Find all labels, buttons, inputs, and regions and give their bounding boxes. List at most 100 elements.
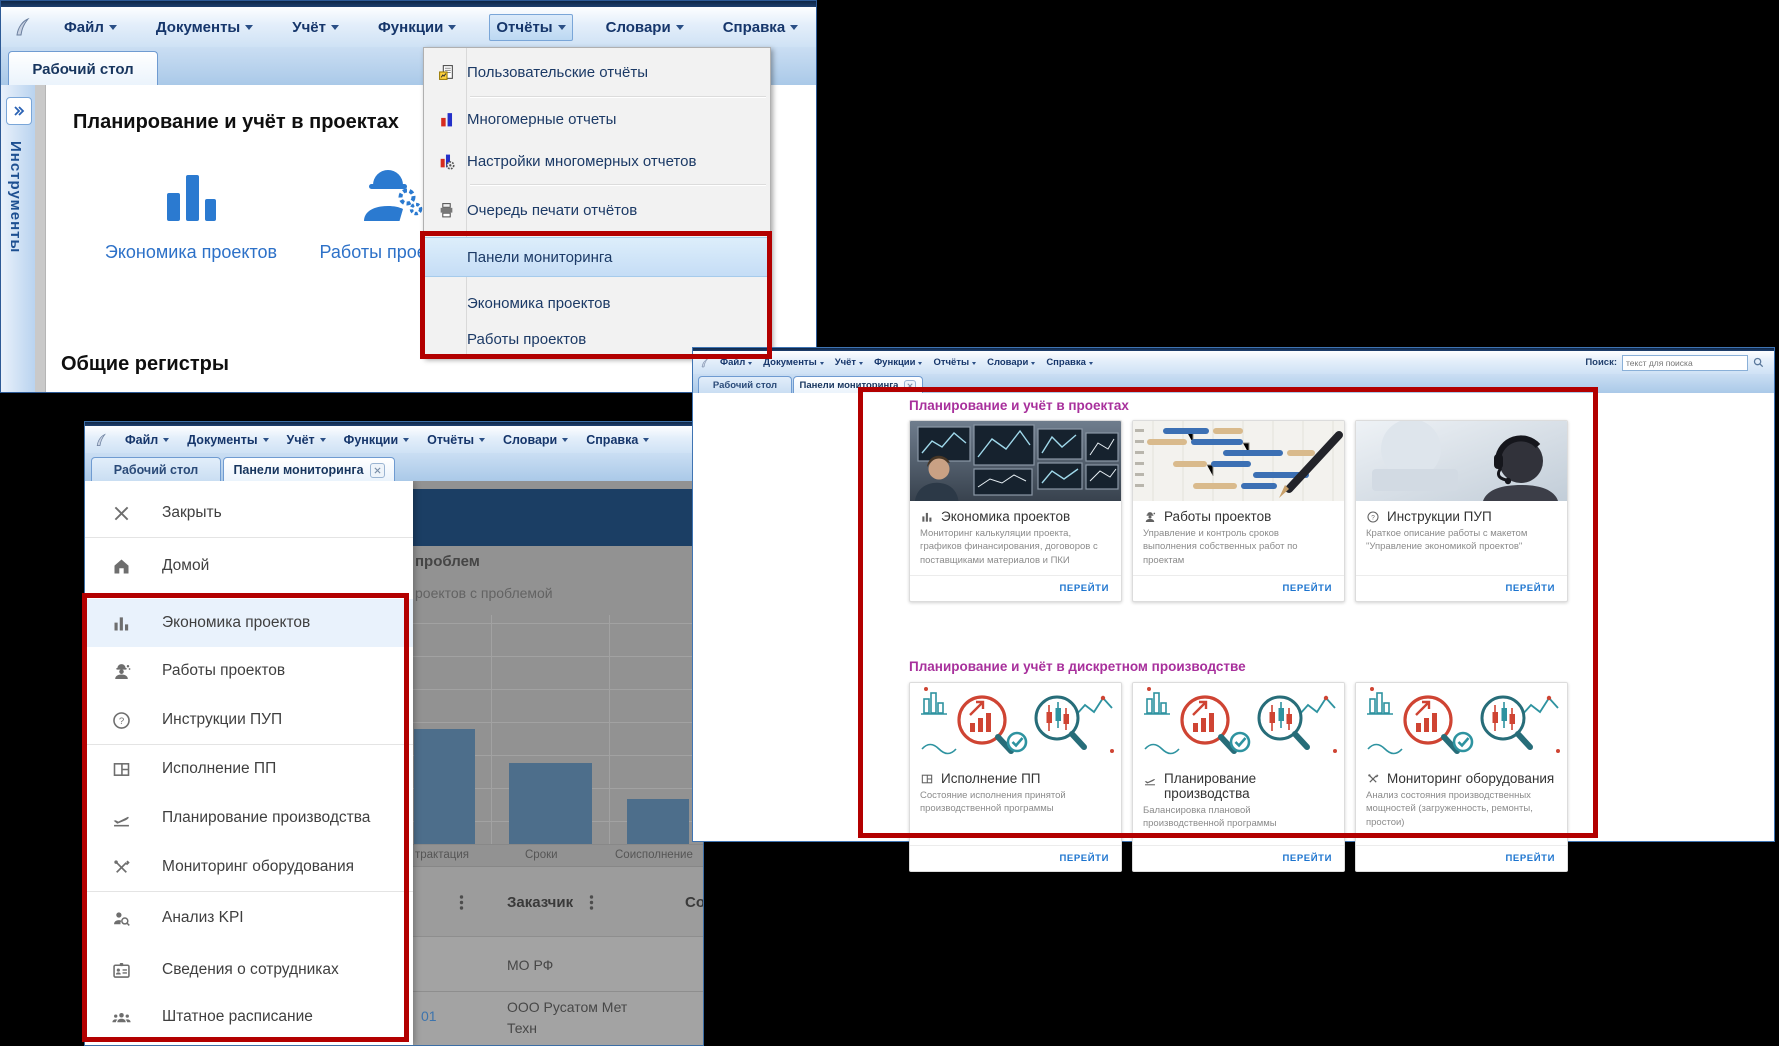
card-image-gantt	[1133, 421, 1344, 501]
menu-item-monitoring-panels[interactable]: Панели мониторинга	[425, 237, 769, 277]
registers-section-title: Общие регистры	[61, 353, 229, 376]
drawer-item-project-economy[interactable]: Экономика проектов	[85, 599, 413, 647]
card-description: Управление и контроль сроков выполнения …	[1133, 527, 1344, 567]
menu-file[interactable]: Файл	[58, 15, 123, 40]
plane-takeoff-icon	[111, 808, 132, 829]
menu-dictionaries[interactable]: Словари	[600, 15, 690, 40]
card-description: Состояние исполнения принятой производст…	[910, 789, 1121, 816]
menu-item-multidim-settings[interactable]: Настройки многомерных отчетов	[425, 140, 769, 183]
menu-accounting[interactable]: Учёт	[286, 15, 345, 40]
tools-sidebar-label: Инструменты	[7, 141, 24, 253]
go-to-link[interactable]: ПЕРЕЙТИ	[1356, 575, 1567, 601]
card-project-economy[interactable]: Экономика проектов Мониторинг калькуляци…	[909, 420, 1122, 602]
people-icon	[111, 1007, 132, 1028]
tab-desktop[interactable]: Рабочий стол	[91, 457, 221, 482]
menu-functions[interactable]: Функции	[874, 357, 922, 368]
chart-bar	[509, 763, 592, 844]
drawer-item-employee-info[interactable]: Сведения о сотрудниках	[85, 946, 413, 994]
go-to-link[interactable]: ПЕРЕЙТИ	[1133, 575, 1344, 601]
tab-close-icon[interactable]	[370, 463, 385, 478]
card-title: Мониторинг оборудования	[1356, 763, 1567, 789]
drawer-item-pp-execution[interactable]: Исполнение ПП	[85, 745, 413, 793]
desktop-tile-project-economy[interactable]: Экономика проектов	[101, 165, 281, 263]
menu-separator	[470, 96, 766, 98]
menu-help[interactable]: Справка	[717, 15, 804, 40]
tools-icon	[111, 857, 132, 878]
menu-file[interactable]: Файл	[720, 357, 752, 368]
menu-item-multidim-reports[interactable]: Многомерные отчеты	[425, 99, 769, 140]
menu-dictionaries[interactable]: Словари	[987, 357, 1035, 368]
go-to-link[interactable]: ПЕРЕЙТИ	[910, 845, 1121, 871]
menu-documents[interactable]: Документы	[150, 15, 259, 40]
drawer-item-project-works[interactable]: Работы проектов	[85, 647, 413, 695]
drawer-item-home[interactable]: Домой	[85, 542, 413, 590]
menu-help[interactable]: Справка	[586, 433, 649, 447]
card-production-planning[interactable]: Планирование производства Балансировка п…	[1132, 682, 1345, 872]
search-label: Поиск:	[1585, 357, 1617, 368]
drawer-item-staffing-table[interactable]: Штатное расписание	[85, 993, 413, 1041]
menu-separator	[470, 184, 766, 186]
section-title-projects: Планирование и учёт в проектах	[909, 398, 1129, 413]
card-title: Экономика проектов	[910, 501, 1121, 527]
go-to-link[interactable]: ПЕРЕЙТИ	[1356, 845, 1567, 871]
tab-monitoring-panels[interactable]: Панели мониторинга	[793, 376, 923, 394]
card-project-works[interactable]: Работы проектов Управление и контроль ср…	[1132, 420, 1345, 602]
menu-accounting[interactable]: Учёт	[835, 357, 863, 368]
drawer-item-kpi-analysis[interactable]: Анализ KPI	[85, 894, 413, 942]
menu-item-project-economy[interactable]: Экономика проектов	[425, 282, 769, 324]
worker-icon	[1143, 510, 1157, 524]
panel-drawer-menu: Закрыть Домой Экономика проектов Работы …	[85, 481, 413, 1045]
expand-tools-button[interactable]	[6, 97, 32, 125]
tab-desktop[interactable]: Рабочий стол	[698, 376, 792, 394]
tab-monitoring-panels[interactable]: Панели мониторинга	[223, 457, 395, 482]
search-icon[interactable]	[1753, 357, 1764, 368]
sidebar-divider	[35, 85, 46, 392]
menu-documents[interactable]: Документы	[187, 433, 268, 447]
menu-documents[interactable]: Документы	[763, 357, 823, 368]
tab-desktop[interactable]: Рабочий стол	[8, 51, 158, 86]
dimmed-dashboard: проблем роектов с проблемой трактация Ср…	[413, 481, 703, 1045]
menubar: Файл Документы Учёт Функции Отчёты Слова…	[1, 7, 816, 48]
column-menu-icon	[589, 895, 594, 910]
window-monitoring-drawer: Файл Документы Учёт Функции Отчёты Слова…	[84, 421, 704, 1046]
menubar: Файл Документы Учёт Функции Отчёты Слова…	[85, 426, 703, 454]
bar-chart-icon	[159, 165, 223, 223]
column-menu-icon	[459, 895, 464, 910]
card-image-analysis	[1133, 683, 1344, 763]
menu-item-user-reports[interactable]: Пользовательские отчёты	[425, 48, 769, 96]
drawer-item-pup-instructions[interactable]: ? Инструкции ПУП	[85, 696, 413, 744]
chart-category: Сроки	[525, 849, 558, 861]
drawer-item-equipment-monitoring[interactable]: Мониторинг оборудования	[85, 843, 413, 891]
menubar: Файл Документы Учёт Функции Отчёты Слова…	[693, 351, 1774, 375]
drawer-item-production-planning[interactable]: Планирование производства	[85, 794, 413, 842]
go-to-link[interactable]: ПЕРЕЙТИ	[910, 575, 1121, 601]
card-pup-instructions[interactable]: ? Инструкции ПУП Краткое описание работы…	[1355, 420, 1568, 602]
cards-row-production: Исполнение ПП Состояние исполнения приня…	[909, 682, 1568, 872]
menu-item-print-queue[interactable]: Очередь печати отчётов	[425, 187, 769, 234]
table-row: 01 ООО Русатом Мет Техн	[413, 991, 703, 1045]
dashboard-title-fragment: проблем	[415, 553, 480, 570]
card-pp-execution[interactable]: Исполнение ПП Состояние исполнения приня…	[909, 682, 1122, 872]
grid-icon	[920, 772, 934, 786]
menu-accounting[interactable]: Учёт	[287, 433, 326, 447]
project-code-link[interactable]: 01	[421, 1008, 437, 1024]
table-row: МО РФ	[413, 936, 703, 992]
menu-reports[interactable]: Отчёты	[427, 433, 485, 447]
user-reports-icon	[425, 64, 467, 81]
menu-help[interactable]: Справка	[1046, 357, 1093, 368]
card-equipment-monitoring[interactable]: Мониторинг оборудования Анализ состояния…	[1355, 682, 1568, 872]
print-queue-icon	[425, 202, 467, 219]
menu-reports[interactable]: Отчёты	[489, 14, 572, 41]
menu-dictionaries[interactable]: Словари	[503, 433, 568, 447]
go-to-link[interactable]: ПЕРЕЙТИ	[1133, 845, 1344, 871]
tools-icon	[1366, 772, 1380, 786]
chart-category: трактация	[415, 849, 469, 861]
menu-functions[interactable]: Функции	[372, 15, 462, 40]
tab-close-icon[interactable]	[904, 380, 916, 392]
card-title: Исполнение ПП	[910, 763, 1121, 789]
drawer-item-close[interactable]: Закрыть	[85, 489, 413, 537]
menu-file[interactable]: Файл	[125, 433, 169, 447]
search-input[interactable]	[1622, 355, 1748, 371]
menu-reports[interactable]: Отчёты	[933, 357, 976, 368]
menu-functions[interactable]: Функции	[344, 433, 409, 447]
